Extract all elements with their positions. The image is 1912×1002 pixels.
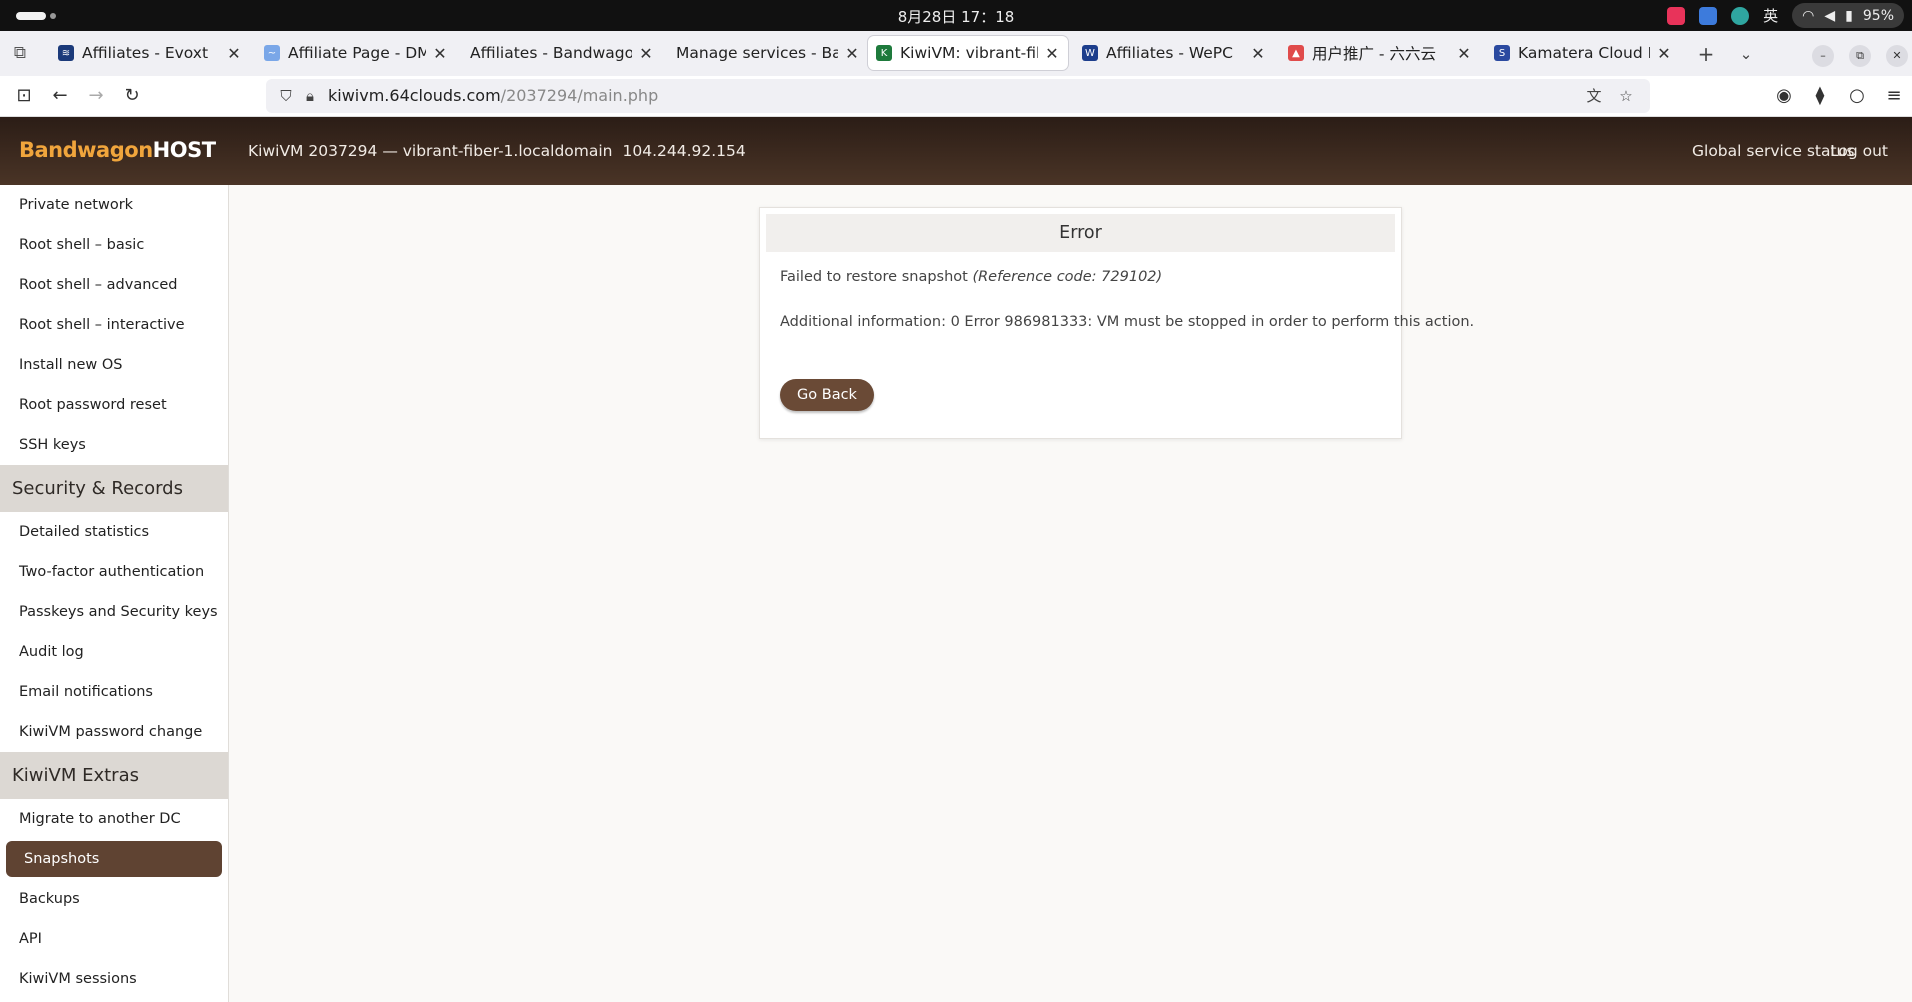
bookmark-star-icon[interactable]: ☆ (1616, 86, 1636, 106)
sidebar-item-ssh-keys[interactable]: SSH keys (0, 425, 228, 465)
volume-icon: ◀ (1824, 7, 1836, 24)
os-top-bar: 8月28日 17：18 英 ◠ ◀ ▮ 95% (0, 0, 1912, 31)
lock-icon[interactable]: 🔒︎ (300, 86, 320, 106)
sidebar-item-api[interactable]: API (0, 919, 228, 959)
reload-icon[interactable]: ↻ (118, 82, 146, 110)
sidebar: Private network Root shell – basic Root … (0, 185, 229, 1002)
dmit-icon: ~ (264, 45, 280, 61)
tab-kiwivm[interactable]: K KiwiVM: vibrant-fiber- ✕ (868, 36, 1068, 70)
sidebar-item-email-notifications[interactable]: Email notifications (0, 672, 228, 712)
sidebar-item-snapshots[interactable]: Snapshots (6, 841, 222, 877)
sidebar-toggle-icon[interactable]: ⊡ (10, 82, 38, 110)
close-icon[interactable]: ✕ (1044, 44, 1060, 63)
close-icon[interactable]: ✕ (226, 44, 242, 63)
error-message: Failed to restore snapshot (Reference co… (780, 269, 1163, 285)
browser-nav-bar: ⊡ ← → ↻ ⛉ 🔒︎ kiwivm.64clouds.com/2037294… (0, 76, 1912, 117)
system-status-menu[interactable]: ◠ ◀ ▮ 95% (1792, 3, 1904, 28)
system-clock[interactable]: 8月28日 17：18 (0, 6, 1912, 27)
sidebar-item-backups[interactable]: Backups (0, 879, 228, 919)
url-text[interactable]: kiwivm.64clouds.com/2037294/main.php (328, 86, 658, 105)
close-icon[interactable]: ✕ (638, 44, 654, 63)
sidebar-item-two-factor-auth[interactable]: Two-factor authentication (0, 552, 228, 592)
sidebar-item-root-shell-basic[interactable]: Root shell – basic (0, 225, 228, 265)
tab-overview-icon[interactable]: ⧉ (8, 41, 32, 65)
kamatera-icon: S (1494, 45, 1510, 61)
account-icon[interactable]: ◉ (1770, 82, 1798, 110)
logout-link[interactable]: Log out (1830, 142, 1888, 160)
sidebar-section-kiwivm-extras: KiwiVM Extras (0, 752, 228, 799)
minimize-window-icon[interactable]: – (1812, 45, 1834, 67)
sidebar-item-root-password-reset[interactable]: Root password reset (0, 385, 228, 425)
close-icon[interactable]: ✕ (1250, 44, 1266, 63)
address-bar[interactable]: ⛉ 🔒︎ kiwivm.64clouds.com/2037294/main.ph… (266, 79, 1650, 113)
tab-dmit[interactable]: ~ Affiliate Page - DMIT, I ✕ (256, 36, 456, 70)
hamburger-menu-icon[interactable]: ≡ (1880, 82, 1908, 110)
tracking-shield-icon[interactable]: ⛉ (276, 86, 296, 106)
battery-level: 95% (1862, 7, 1894, 24)
tray-app-icon-1[interactable] (1667, 6, 1686, 25)
forward-arrow-icon[interactable]: → (82, 82, 110, 110)
translate-icon[interactable]: 文 (1584, 86, 1604, 106)
tray-app-icon-2[interactable] (1699, 6, 1718, 25)
close-icon[interactable]: ✕ (1656, 44, 1672, 63)
tab-bandwagon-affiliates[interactable]: Affiliates - BandwagonHo ✕ (462, 36, 662, 70)
sidebar-item-passkeys[interactable]: Passkeys and Security keys (0, 592, 228, 632)
sidebar-item-kiwivm-sessions[interactable]: KiwiVM sessions (0, 959, 228, 999)
tab-kamatera[interactable]: S Kamatera Cloud Platfo ✕ (1486, 36, 1680, 70)
close-window-icon[interactable]: ✕ (1886, 45, 1908, 67)
error-additional-info: Additional information: 0 Error 98698133… (780, 314, 1475, 330)
sidebar-item-audit-log[interactable]: Audit log (0, 632, 228, 672)
error-title: Error (766, 214, 1395, 252)
close-icon[interactable]: ✕ (432, 44, 448, 63)
site-header: BandwagonHOST KiwiVM 2037294 — vibrant-f… (0, 117, 1912, 185)
sidebar-item-migrate-dc[interactable]: Migrate to another DC (0, 799, 228, 839)
sidebar-section-security-records: Security & Records (0, 465, 228, 512)
sidebar-item-root-shell-advanced[interactable]: Root shell – advanced (0, 265, 228, 305)
tab-evoxt[interactable]: ≋ Affiliates - Evoxt ✕ (50, 36, 250, 70)
extensions-icon[interactable]: ⧫ (1806, 82, 1834, 110)
sidebar-item-detailed-statistics[interactable]: Detailed statistics (0, 512, 228, 552)
back-arrow-icon[interactable]: ← (46, 82, 74, 110)
close-icon[interactable]: ✕ (1456, 44, 1472, 63)
error-reference-code: (Reference code: 729102) (972, 269, 1163, 285)
extension-circle-icon[interactable]: ○ (1843, 82, 1871, 110)
sidebar-item-kiwivm-password-change[interactable]: KiwiVM password change (0, 712, 228, 752)
liuliuyun-icon: ▲ (1288, 45, 1304, 61)
vm-ip-address: 104.244.92.154 (622, 142, 746, 160)
error-card: Error Failed to restore snapshot (Refere… (759, 207, 1474, 439)
sidebar-item-root-shell-interactive[interactable]: Root shell – interactive (0, 305, 228, 345)
tab-wepc[interactable]: W Affiliates - WePC ✕ (1074, 36, 1274, 70)
wifi-icon: ◠ (1802, 7, 1815, 24)
go-back-button[interactable]: Go Back (780, 379, 874, 411)
tab-list-chevron-down-icon[interactable]: ⌄ (1733, 41, 1759, 67)
battery-icon: ▮ (1845, 7, 1853, 24)
tab-bandwagon-services[interactable]: Manage services - Bandw ✕ (668, 36, 868, 70)
bandwagonhost-logo[interactable]: BandwagonHOST (19, 138, 216, 162)
browser-tab-strip: ⧉ ≋ Affiliates - Evoxt ✕ ~ Affiliate Pag… (0, 31, 1912, 76)
sidebar-item-install-new-os[interactable]: Install new OS (0, 345, 228, 385)
restore-window-icon[interactable]: ⧉ (1849, 45, 1871, 67)
wepc-icon: W (1082, 45, 1098, 61)
evoxt-icon: ≋ (58, 45, 74, 61)
tab-liuliuyun[interactable]: ▲ 用户推广 - 六六云 ✕ (1280, 36, 1480, 70)
sidebar-item-private-network[interactable]: Private network (0, 185, 228, 225)
new-tab-icon[interactable]: + (1693, 41, 1719, 67)
input-method-indicator[interactable]: 英 (1763, 5, 1778, 26)
kiwivm-icon: K (876, 45, 892, 61)
tray-app-icon-3[interactable] (1731, 6, 1750, 25)
vm-info: KiwiVM 2037294 — vibrant-fiber-1.localdo… (248, 142, 746, 160)
close-icon[interactable]: ✕ (844, 44, 860, 63)
vm-label: KiwiVM 2037294 — vibrant-fiber-1.localdo… (248, 142, 613, 160)
system-tray: 英 ◠ ◀ ▮ 95% (1667, 3, 1904, 28)
